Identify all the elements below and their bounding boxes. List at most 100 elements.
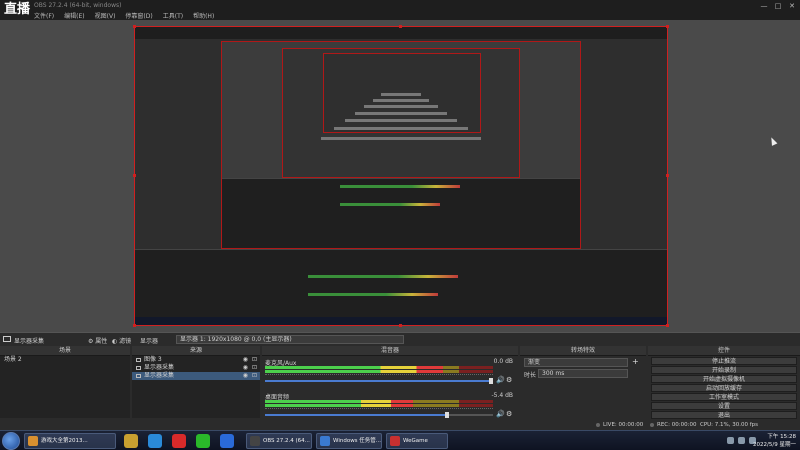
exit-button[interactable]: 退出 [651, 411, 797, 419]
network-icon[interactable] [738, 437, 745, 444]
nested-meter [340, 203, 440, 206]
scenes-title: 场景 [0, 346, 130, 356]
tunnel-bar [321, 137, 481, 140]
source-item[interactable]: 图像 3 ◉ ⊡ [132, 356, 260, 364]
filters-label: 滤镜 [119, 338, 132, 345]
scenes-dock: 场景 场景 2 + − ∧ ∨ [0, 346, 130, 430]
menu-help[interactable]: 帮助(H) [193, 11, 214, 20]
menu-view[interactable]: 视图(V) [95, 11, 116, 20]
duration-label: 时长 [524, 372, 537, 379]
title-bar: 直播 OBS 27.2.4 (64-bit, windows) 文件(F) 编辑… [0, 0, 800, 20]
transition-select[interactable]: 渐变 [524, 358, 628, 367]
resize-handle[interactable] [666, 324, 669, 327]
replay-buffer-button[interactable]: 启动回放缓存 [651, 384, 797, 392]
properties-button[interactable]: ⚙ 属性 [88, 336, 107, 345]
level-meter [265, 370, 493, 373]
minimize-button[interactable]: — [758, 2, 770, 10]
source-label: 图像 3 [144, 356, 162, 363]
visibility-icon[interactable]: ◉ [243, 372, 248, 380]
meter-scale [265, 374, 493, 376]
scene-item[interactable]: 场景 2 [0, 356, 130, 364]
resize-handle[interactable] [666, 25, 669, 28]
volume-fill [265, 414, 448, 416]
lock-icon[interactable]: ⊡ [252, 356, 257, 364]
menu-docks[interactable]: 停靠窗(D) [125, 11, 152, 20]
image-icon [136, 357, 141, 362]
task-label: 游戏大全第2013... [41, 438, 88, 444]
filters-button[interactable]: ◐ 滤镜 [112, 336, 131, 345]
monitor-icon [3, 336, 11, 342]
settings-button[interactable]: 设置 [651, 402, 797, 410]
volume-knob[interactable] [488, 378, 493, 384]
screen-select[interactable]: 显示器 1: 1920x1080 @ 0,0 (主显示器) [176, 335, 404, 344]
transitions-title: 转场特效 [520, 346, 646, 356]
pinned-app-icon[interactable] [124, 434, 138, 448]
nested-preview [221, 41, 581, 249]
resize-handle[interactable] [399, 25, 402, 28]
level-meter [265, 366, 493, 369]
tray-icon[interactable] [727, 437, 734, 444]
transitions-body: 渐变 + 时长 300 ms [520, 356, 646, 430]
resize-handle[interactable] [133, 174, 136, 177]
taskbar-task[interactable]: 游戏大全第2013... [24, 433, 116, 449]
preview-canvas[interactable] [134, 26, 668, 326]
nested-docks [222, 178, 580, 248]
source-type-label: 显示器 [140, 338, 159, 345]
speaker-icon[interactable]: 🔊 [496, 376, 505, 384]
taskbar-task[interactable]: WeGame [386, 433, 448, 449]
meter-fill [265, 404, 414, 407]
taskbar-task[interactable]: Windows 任务管... [316, 433, 382, 449]
clock[interactable]: 下午 15:28 2022/5/9 星期一 [753, 433, 796, 449]
menu-tools[interactable]: 工具(T) [163, 11, 183, 20]
properties-label: 属性 [95, 338, 108, 345]
app-icon[interactable] [220, 434, 234, 448]
volume-slider[interactable] [265, 378, 493, 384]
clock-date: 2022/5/9 星期一 [753, 442, 796, 448]
menu-edit[interactable]: 编辑(E) [64, 11, 84, 20]
status-bar: LIVE: 00:00:00 REC: 00:00:00 CPU: 7.1%, … [0, 420, 800, 430]
start-button[interactable] [2, 432, 20, 450]
resize-handle[interactable] [666, 174, 669, 177]
maximize-button[interactable]: □ [772, 2, 784, 10]
volume-slider[interactable] [265, 412, 493, 418]
stop-streaming-button[interactable]: 停止推流 [651, 357, 797, 365]
volume-knob[interactable] [445, 412, 450, 418]
preview-area[interactable] [0, 20, 800, 332]
menu-file[interactable]: 文件(F) [34, 11, 54, 20]
duration-input[interactable]: 300 ms [538, 369, 628, 378]
virtual-camera-button[interactable]: 开始虚拟摄像机 [651, 375, 797, 383]
ie-icon[interactable] [148, 434, 162, 448]
studio-mode-button[interactable]: 工作室模式 [651, 393, 797, 401]
resize-handle[interactable] [133, 324, 136, 327]
obs-icon [250, 436, 260, 446]
gear-icon[interactable]: ⚙ [506, 376, 514, 384]
spotify-icon[interactable] [196, 434, 210, 448]
task-label: Windows 任务管... [333, 438, 382, 444]
speaker-icon[interactable]: 🔊 [496, 410, 505, 418]
gear-icon[interactable]: ⚙ [506, 410, 514, 418]
tunnel-bar [355, 112, 447, 115]
source-toolbar: 显示器采集 ⚙ 属性 ◐ 滤镜 显示器 显示器 1: 1920x1080 @ 0… [0, 332, 800, 346]
task-manager-icon [320, 436, 330, 446]
start-recording-button[interactable]: 开始录制 [651, 366, 797, 374]
resize-handle[interactable] [399, 324, 402, 327]
visibility-icon[interactable]: ◉ [243, 356, 248, 364]
taskbar-task[interactable]: OBS 27.2.4 (64... [246, 433, 312, 449]
resize-handle[interactable] [133, 25, 136, 28]
lock-icon[interactable]: ⊡ [252, 364, 257, 372]
app-logo: 直播 [4, 2, 31, 17]
add-transition-button[interactable]: + [632, 357, 639, 366]
source-item[interactable]: 显示器采集 ◉ ⊡ [132, 364, 260, 372]
live-time: LIVE: 00:00:00 [603, 422, 644, 428]
close-button[interactable]: ✕ [786, 2, 798, 10]
source-item[interactable]: 显示器采集 ◉ ⊡ [132, 372, 260, 380]
transitions-dock: 转场特效 渐变 + 时长 300 ms [520, 346, 646, 430]
netease-music-icon[interactable] [172, 434, 186, 448]
nested-bottom-docks [135, 249, 667, 325]
level-meter [265, 400, 493, 403]
window-title: OBS 27.2.4 (64-bit, windows) [34, 2, 122, 9]
lock-icon[interactable]: ⊡ [252, 372, 257, 380]
visibility-icon[interactable]: ◉ [243, 364, 248, 372]
source-label: 显示器采集 [144, 364, 175, 371]
controls-dock: 控件 停止推流 开始录制 开始虚拟摄像机 启动回放缓存 工作室模式 设置 退出 [648, 346, 800, 430]
